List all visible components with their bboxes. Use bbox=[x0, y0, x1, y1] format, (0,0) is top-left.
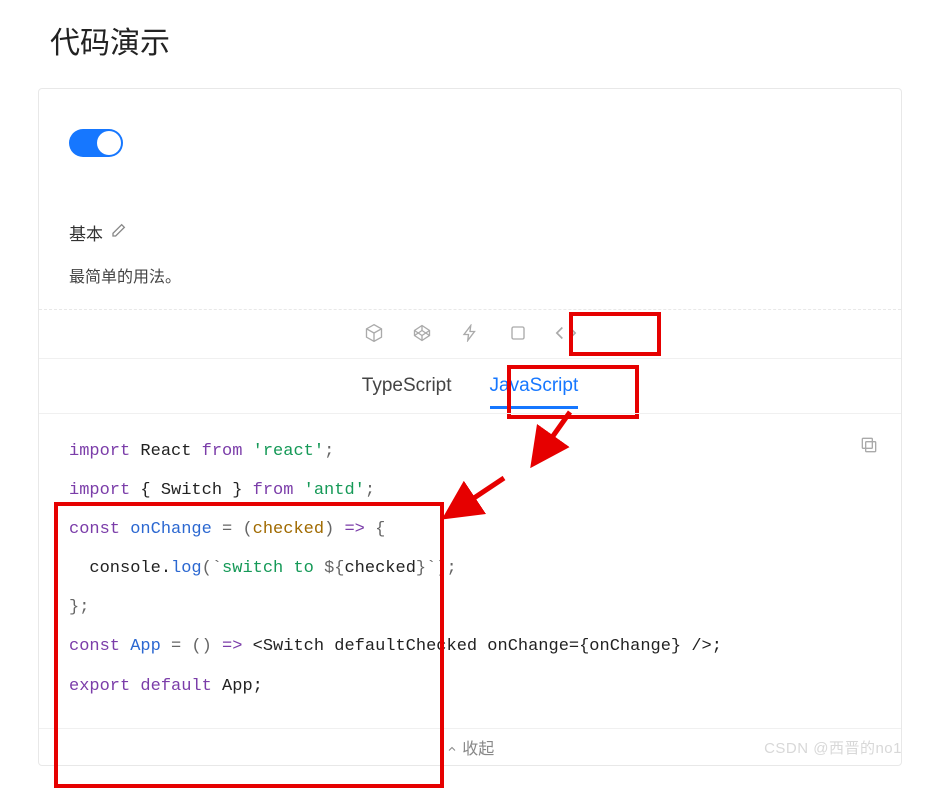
codepen-icon[interactable] bbox=[411, 322, 433, 344]
demo-title: 基本 bbox=[69, 220, 103, 245]
codesandbox-icon[interactable] bbox=[363, 322, 385, 344]
demo-actions bbox=[39, 309, 901, 358]
page-title: 代码演示 bbox=[50, 18, 920, 62]
annotation-box-js-tab bbox=[507, 365, 639, 419]
external-icon[interactable] bbox=[507, 322, 529, 344]
demo-description: 最简单的用法。 bbox=[69, 263, 871, 287]
copy-icon[interactable] bbox=[859, 432, 879, 471]
stackblitz-icon[interactable] bbox=[459, 322, 481, 344]
code-line: const onChange = (checked) => { bbox=[69, 510, 871, 549]
switch-toggle[interactable] bbox=[69, 129, 123, 157]
code-line: import React from 'react'; bbox=[69, 432, 871, 471]
code-line: const App = () => <Switch defaultChecked… bbox=[69, 627, 871, 666]
edit-icon[interactable] bbox=[111, 222, 127, 243]
demo-title-row: 基本 bbox=[69, 220, 871, 245]
code-line: import { Switch } from 'antd'; bbox=[69, 471, 871, 510]
collapse-label: 收起 bbox=[462, 741, 494, 758]
code-block: import React from 'react';import { Switc… bbox=[39, 413, 901, 728]
watermark: CSDN @西晋的no1 bbox=[764, 737, 902, 758]
demo-meta: 基本 最简单的用法。 bbox=[39, 210, 901, 309]
code-line: }; bbox=[69, 588, 871, 627]
code-line: console.log(`switch to ${checked}`); bbox=[69, 549, 871, 588]
language-tabs: TypeScript JavaScript bbox=[39, 358, 901, 413]
demo-box: 基本 最简单的用法。 bbox=[38, 88, 902, 766]
demo-preview bbox=[39, 89, 901, 210]
tab-typescript[interactable]: TypeScript bbox=[362, 375, 452, 403]
annotation-box-code-icon bbox=[569, 312, 661, 356]
code-line: export default App; bbox=[69, 667, 871, 706]
